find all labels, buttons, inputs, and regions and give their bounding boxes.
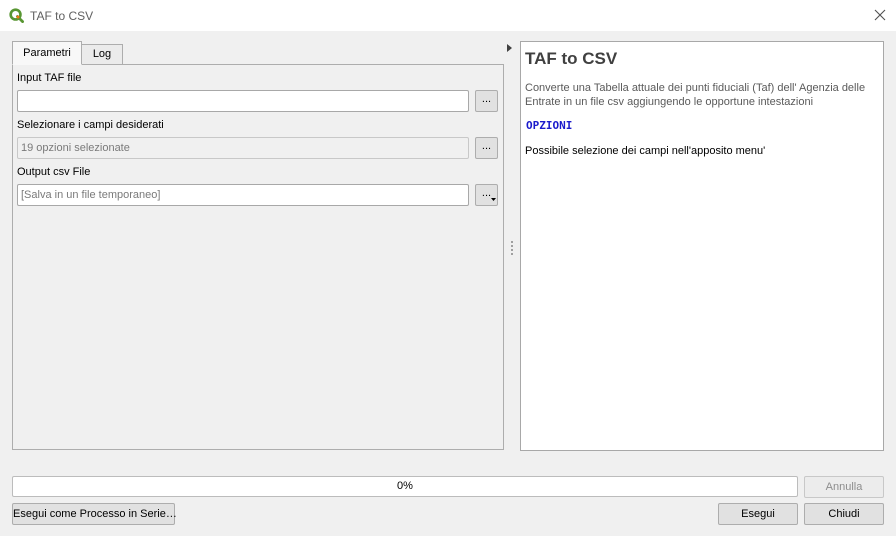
- help-title: TAF to CSV: [525, 49, 618, 68]
- window-title: TAF to CSV: [30, 9, 94, 23]
- close-button[interactable]: Chiudi: [804, 503, 884, 525]
- tab-parametri-label: Parametri: [23, 47, 71, 59]
- chevron-down-icon: [491, 198, 496, 201]
- title-bar: TAF to CSV: [0, 0, 896, 31]
- qgis-logo-icon: [9, 8, 24, 23]
- output-csv-label: Output csv File: [17, 166, 91, 178]
- output-csv-browse-button[interactable]: ...: [475, 184, 498, 206]
- collapse-arrow-icon[interactable]: [507, 44, 513, 52]
- close-icon: [874, 9, 886, 21]
- input-taf-browse-button[interactable]: ...: [475, 90, 498, 112]
- output-csv-browse-label: ...: [481, 187, 492, 199]
- input-taf-field[interactable]: [17, 90, 469, 112]
- help-panel: TAF to CSV Converte una Tabella attuale …: [520, 41, 884, 451]
- tab-log[interactable]: Log: [81, 44, 123, 65]
- run-button[interactable]: Esegui: [718, 503, 798, 525]
- fields-select-label: Selezionare i campi desiderati: [17, 119, 164, 131]
- progress-bar: 0%: [12, 476, 798, 497]
- help-note: Possibile selezione dei campi nell'appos…: [525, 145, 766, 157]
- fields-select-field[interactable]: 19 opzioni selezionate: [17, 137, 469, 159]
- splitter-handle[interactable]: [511, 241, 513, 255]
- progress-label: 0%: [397, 480, 413, 492]
- batch-process-button[interactable]: Esegui come Processo in Serie…: [12, 503, 177, 525]
- tab-parametri[interactable]: Parametri: [12, 41, 82, 65]
- help-description: Converte una Tabella attuale dei punti f…: [525, 82, 866, 108]
- input-taf-label: Input TAF file: [17, 72, 82, 84]
- close-window-button[interactable]: [868, 4, 892, 26]
- help-options-heading: OPZIONI: [526, 119, 573, 132]
- fields-select-button[interactable]: ...: [475, 137, 498, 159]
- output-csv-field[interactable]: [Salva in un file temporaneo]: [17, 184, 469, 206]
- tab-log-label: Log: [92, 48, 112, 60]
- cancel-button[interactable]: Annulla: [804, 476, 884, 498]
